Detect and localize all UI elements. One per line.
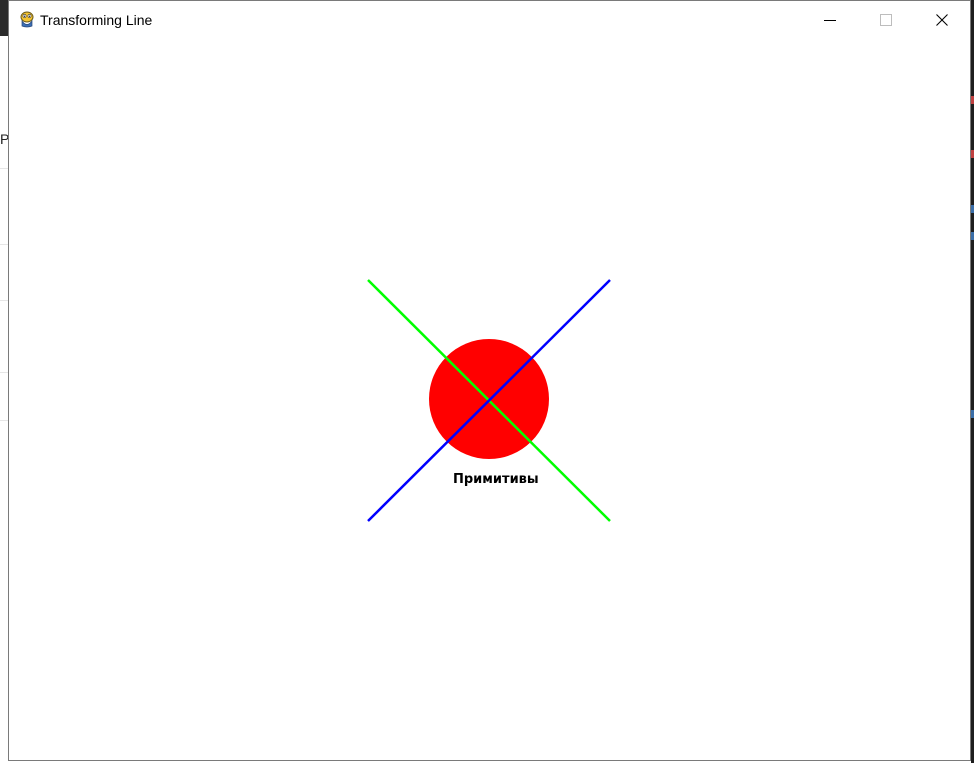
maximize-button[interactable] <box>858 1 914 38</box>
maximize-icon <box>880 13 892 26</box>
scene-canvas <box>367 279 611 522</box>
background-text-fragment: P <box>0 131 8 147</box>
background-window-left-edge: P <box>0 0 8 763</box>
title-bar[interactable]: Transforming Line <box>9 1 970 38</box>
minimize-icon <box>824 19 836 21</box>
window-title: Transforming Line <box>40 12 153 28</box>
canvas-area[interactable]: Примитивы <box>9 38 970 760</box>
close-button[interactable] <box>914 1 970 38</box>
app-icon <box>20 11 34 28</box>
scene-caption: Примитивы <box>453 472 539 487</box>
close-icon <box>936 13 948 26</box>
screen: P Transforming Line Примитивы <box>0 0 974 763</box>
app-window: Transforming Line Примитивы <box>8 0 971 761</box>
minimize-button[interactable] <box>802 1 858 38</box>
